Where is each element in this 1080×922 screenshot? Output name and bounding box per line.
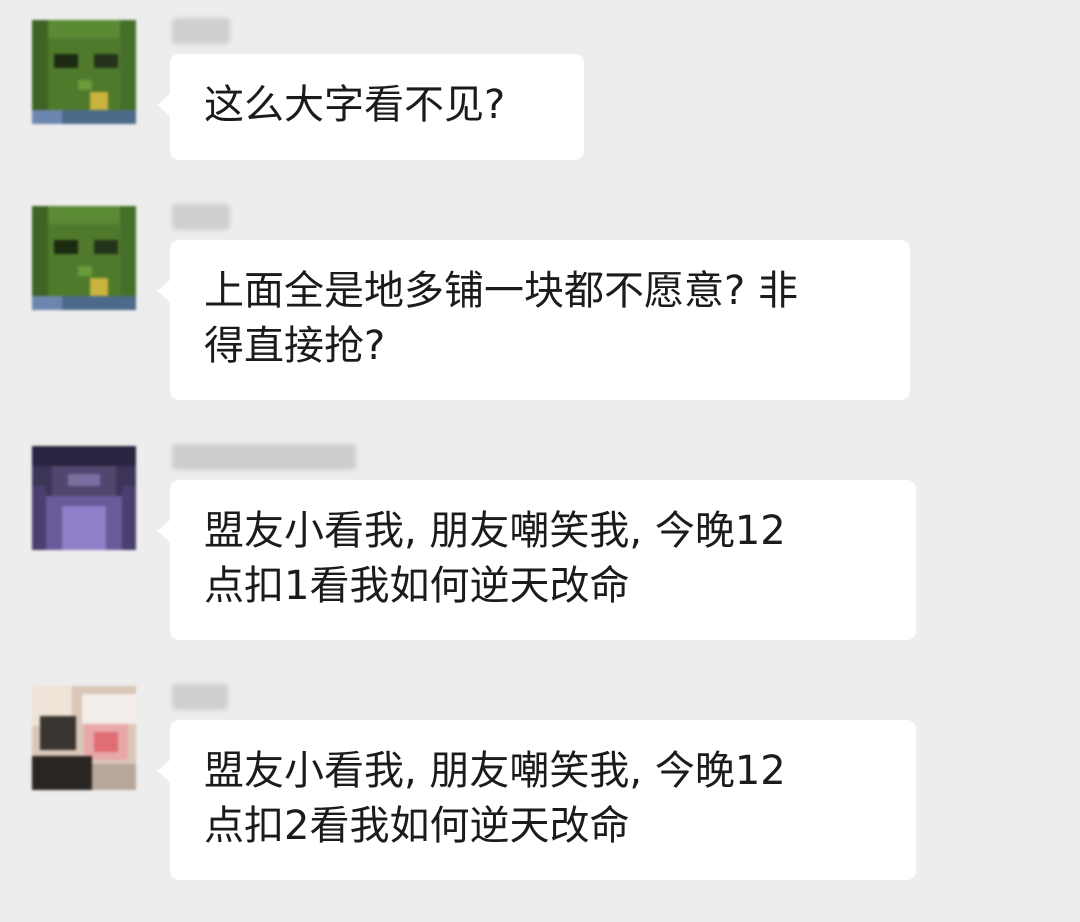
photo-pixel-avatar-icon[interactable] — [32, 686, 136, 790]
chat-message-list: 这么大字看不见? 上面全是地多铺一块都不愿意? 非 得直接抢? 盟友小看我, 朋… — [0, 0, 1080, 922]
sender-name-blurred — [172, 204, 230, 230]
green-pixel-avatar-icon[interactable] — [32, 206, 136, 310]
message-bubble[interactable]: 这么大字看不见? — [157, 54, 584, 160]
green-pixel-avatar-icon[interactable] — [32, 20, 136, 124]
sender-name-blurred — [172, 684, 228, 710]
purple-pixel-avatar-icon[interactable] — [32, 446, 136, 550]
message-bubble[interactable]: 盟友小看我, 朋友嘲笑我, 今晚12 点扣1看我如何逆天改命 — [157, 480, 916, 640]
sender-name-blurred — [172, 18, 230, 44]
message-bubble[interactable]: 盟友小看我, 朋友嘲笑我, 今晚12 点扣2看我如何逆天改命 — [157, 720, 916, 880]
message-bubble[interactable]: 上面全是地多铺一块都不愿意? 非 得直接抢? — [157, 240, 910, 400]
sender-name-blurred — [172, 444, 356, 470]
